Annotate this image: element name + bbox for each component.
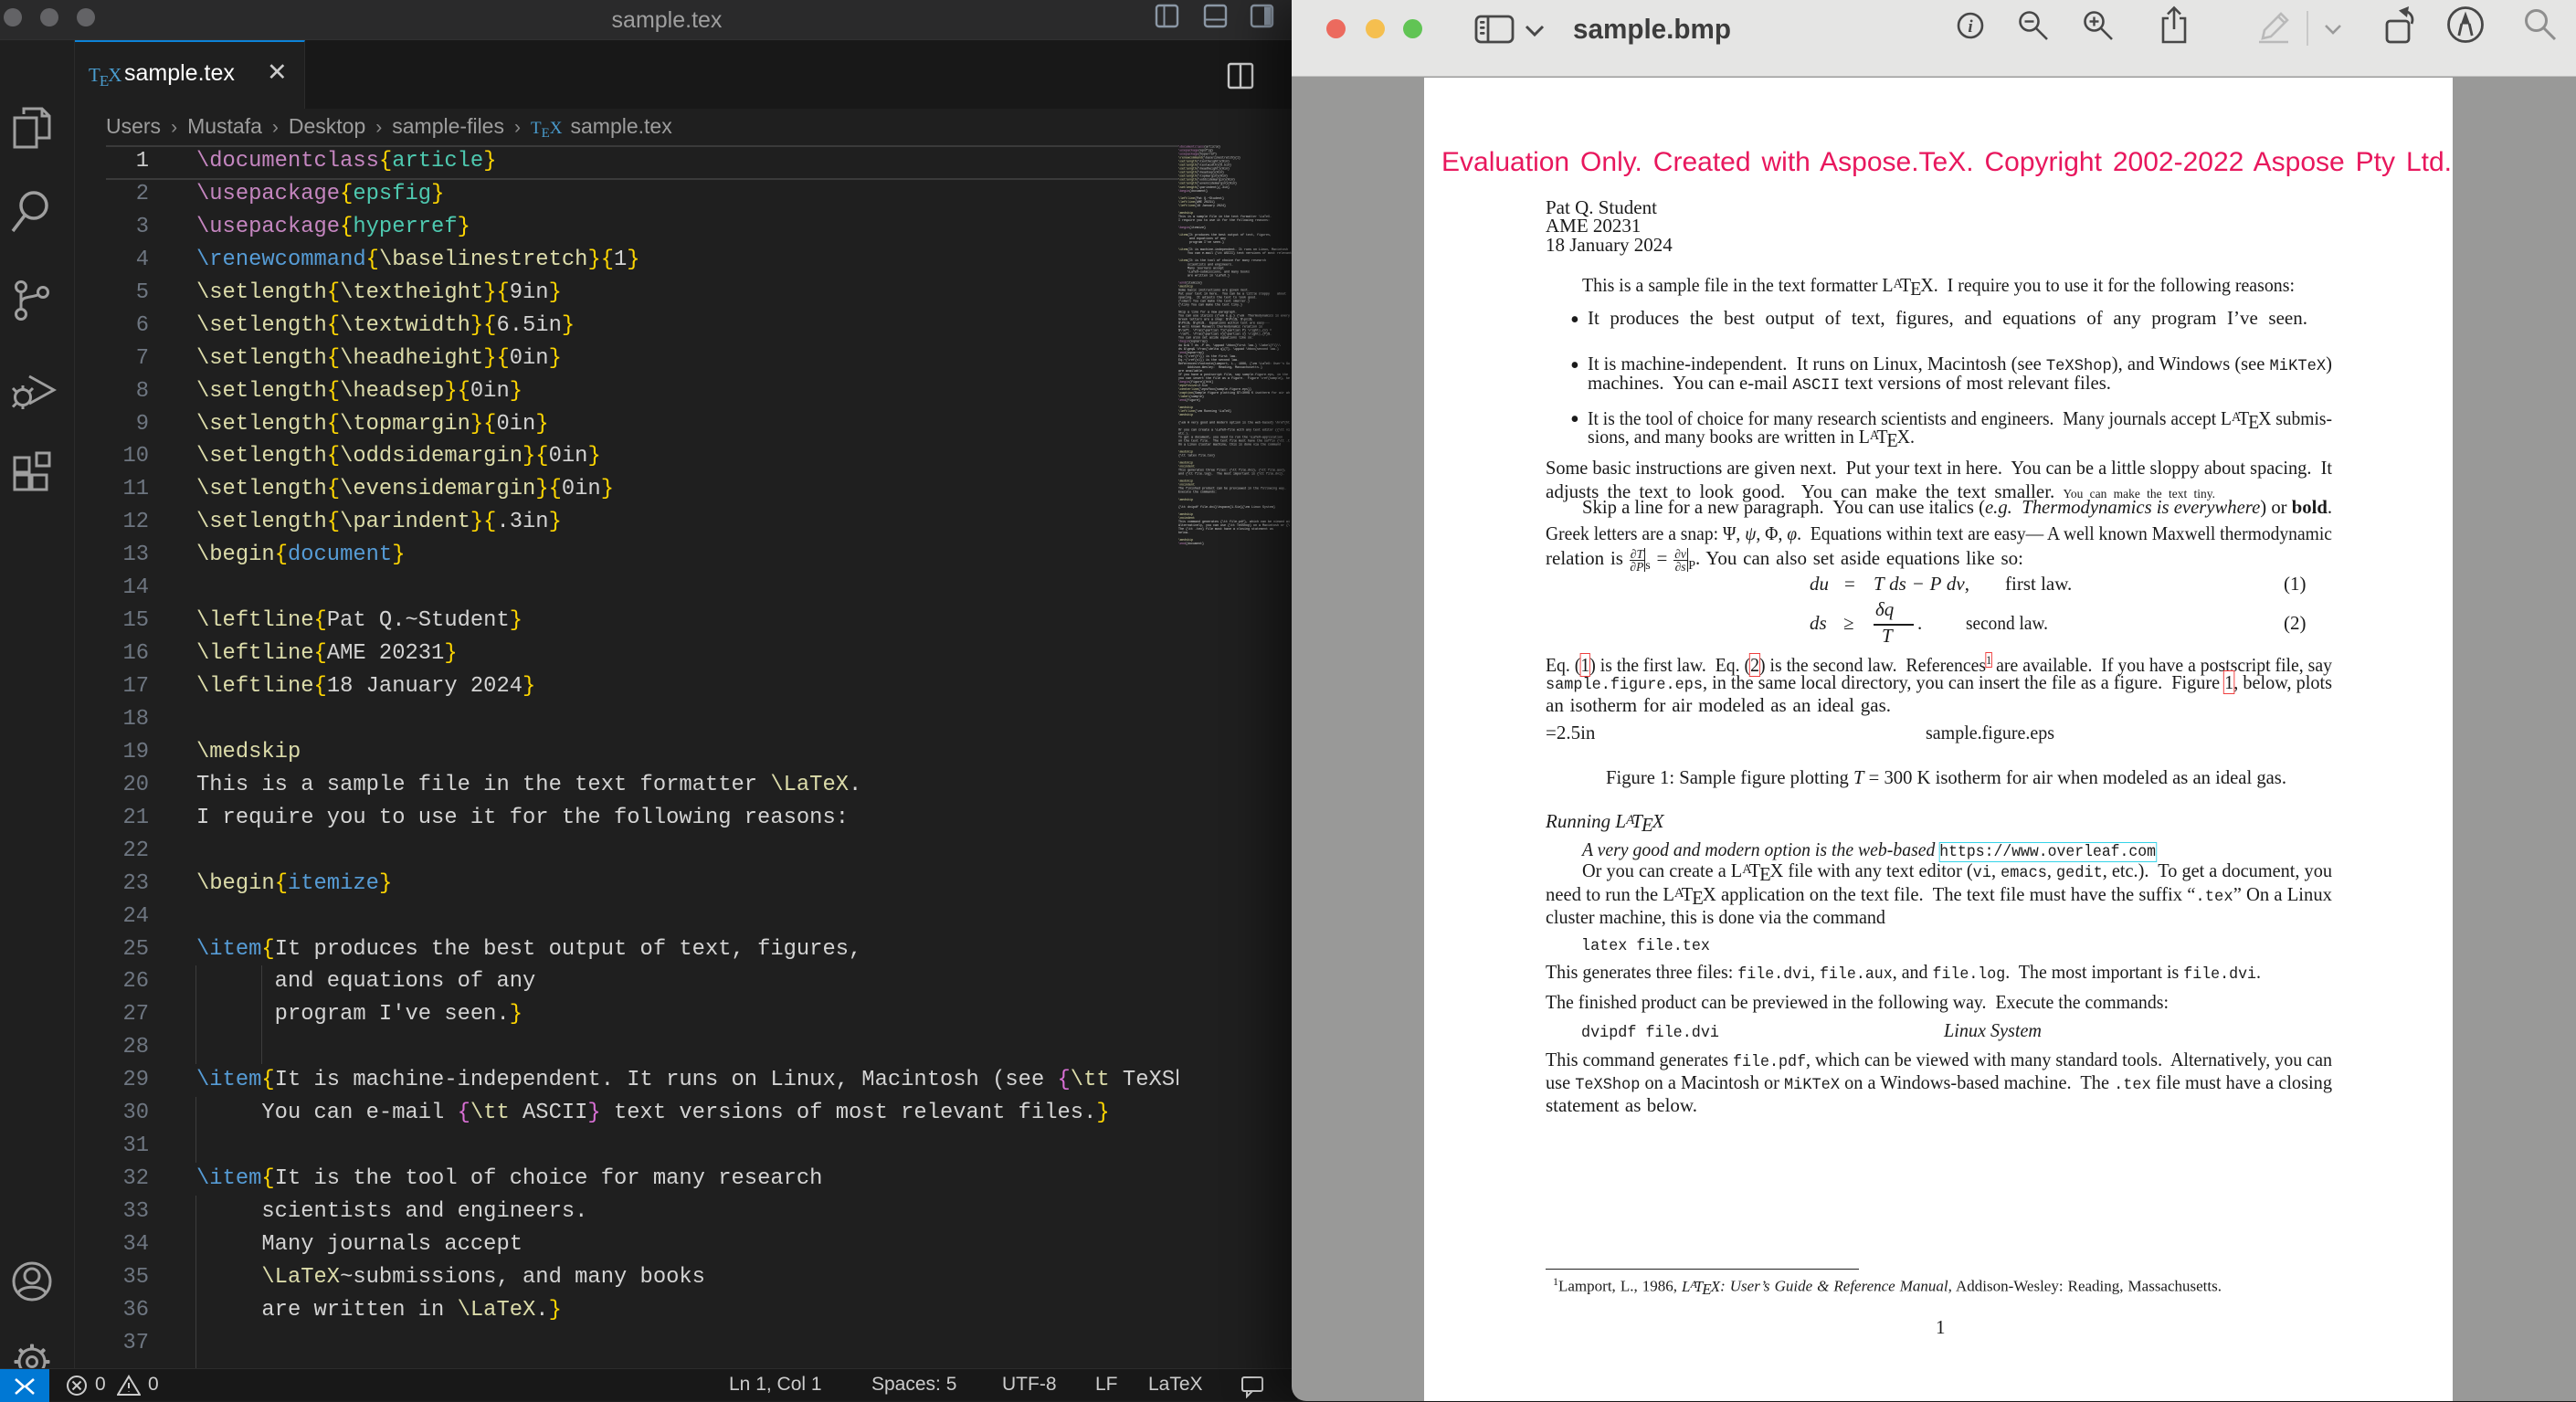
svg-text:i: i bbox=[1968, 17, 1973, 37]
